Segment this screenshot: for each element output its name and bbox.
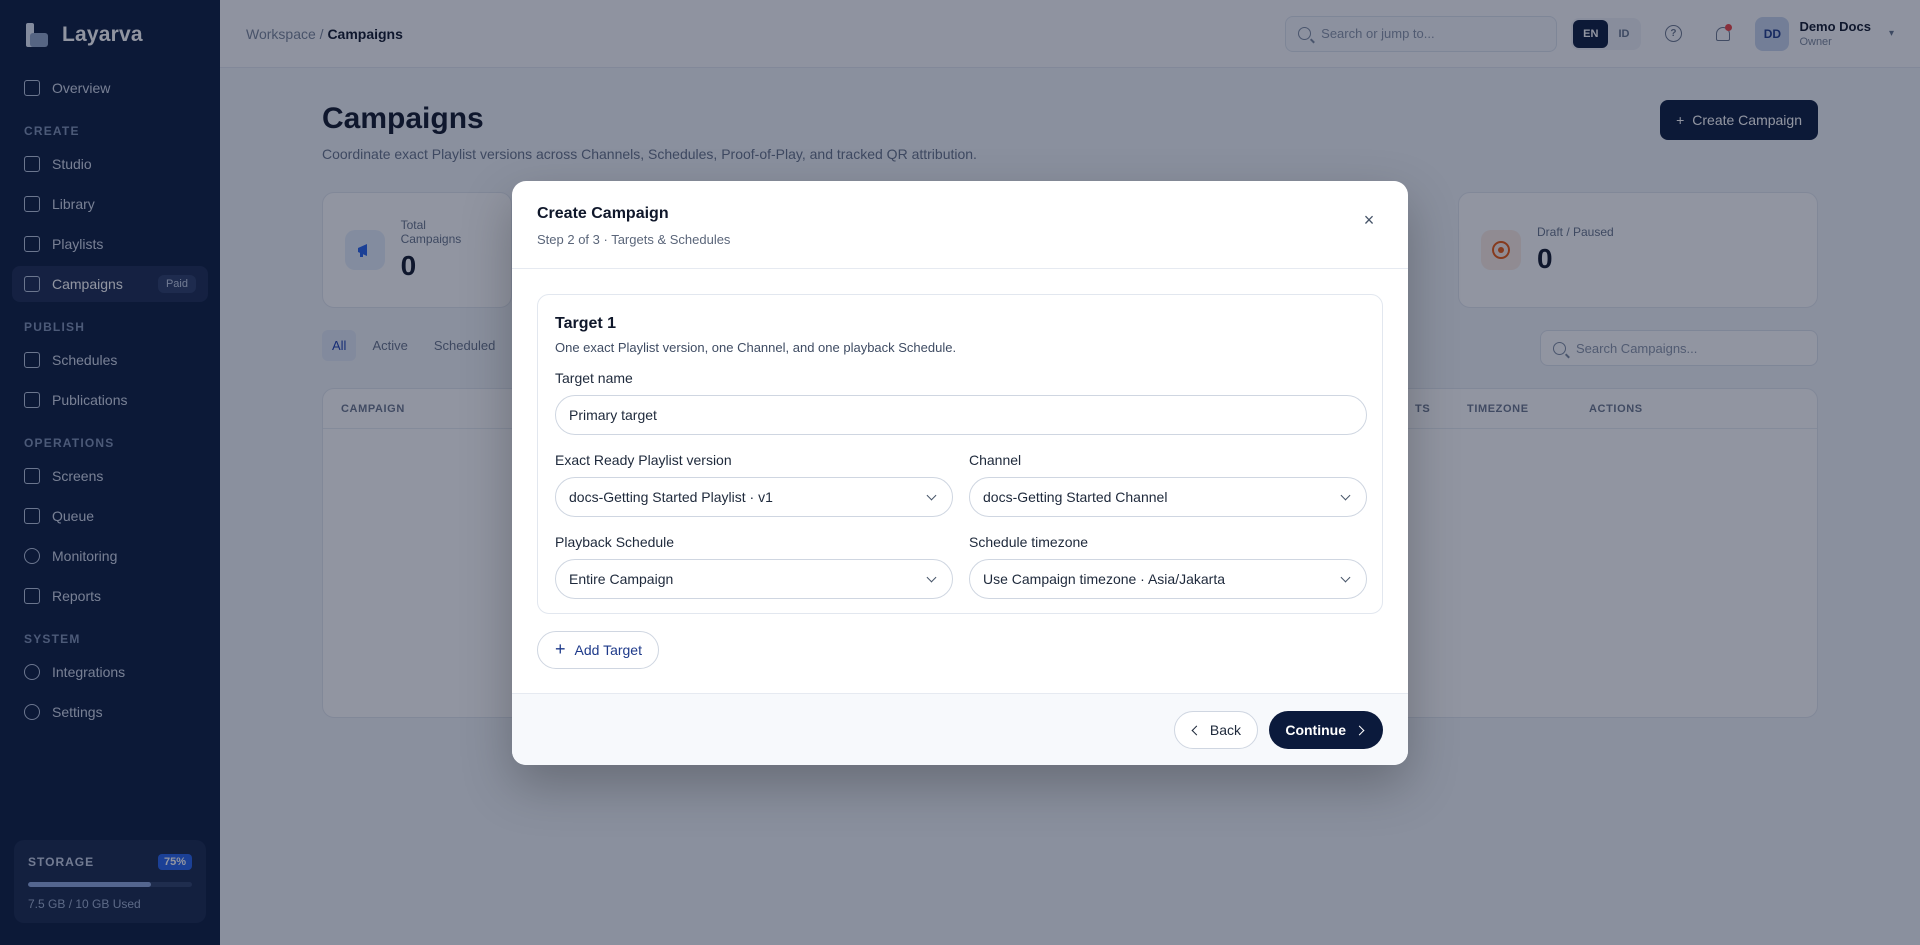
chevron-down-icon: [1340, 490, 1351, 500]
target-name-value: Primary target: [569, 407, 657, 423]
target-description: One exact Playlist version, one Channel,…: [555, 340, 957, 355]
plus-icon: +: [555, 639, 566, 659]
schedule-timezone-select[interactable]: Use Campaign timezone · Asia/Jakarta: [969, 559, 1367, 599]
modal-step-indicator: Step 2 of 3 · Targets & Schedules: [537, 232, 731, 247]
target-name-field[interactable]: Primary target: [555, 395, 1367, 435]
close-icon: ×: [1363, 210, 1375, 230]
target-card: Target 1 One exact Playlist version, one…: [537, 294, 1383, 614]
chevron-right-icon: [1354, 725, 1365, 735]
playback-schedule-select[interactable]: Entire Campaign: [555, 559, 953, 599]
playlist-version-label: Exact Ready Playlist version: [555, 452, 732, 468]
playback-schedule-value: Entire Campaign: [569, 571, 674, 587]
chevron-down-icon: [926, 490, 937, 500]
back-label: Back: [1209, 722, 1241, 738]
playlist-version-select[interactable]: docs-Getting Started Playlist · v1: [555, 477, 953, 517]
chevron-down-icon: [926, 572, 937, 582]
modal-header: Create Campaign Step 2 of 3 · Targets & …: [512, 181, 1408, 269]
target-name-label: Target name: [555, 370, 633, 386]
modal-title: Create Campaign: [537, 205, 669, 222]
channel-value: docs-Getting Started Channel: [983, 489, 1168, 505]
modal-footer: Back Continue: [512, 693, 1408, 765]
continue-button[interactable]: Continue: [1269, 711, 1383, 749]
close-button[interactable]: ×: [1360, 211, 1378, 229]
channel-select[interactable]: docs-Getting Started Channel: [969, 477, 1367, 517]
target-title: Target 1: [555, 315, 617, 332]
add-target-button[interactable]: + Add Target: [537, 631, 659, 669]
schedule-timezone-value: Use Campaign timezone · Asia/Jakarta: [983, 571, 1225, 587]
playback-schedule-label: Playback Schedule: [555, 534, 675, 550]
add-target-label: Add Target: [574, 642, 642, 658]
create-campaign-modal: Create Campaign Step 2 of 3 · Targets & …: [512, 181, 1408, 765]
playlist-version-value: docs-Getting Started Playlist · v1: [569, 489, 773, 505]
continue-label: Continue: [1285, 722, 1346, 738]
chevron-left-icon: [1191, 725, 1202, 735]
back-button[interactable]: Back: [1173, 711, 1258, 749]
channel-label: Channel: [969, 452, 1022, 468]
chevron-down-icon: [1340, 572, 1351, 582]
schedule-timezone-label: Schedule timezone: [969, 534, 1089, 550]
